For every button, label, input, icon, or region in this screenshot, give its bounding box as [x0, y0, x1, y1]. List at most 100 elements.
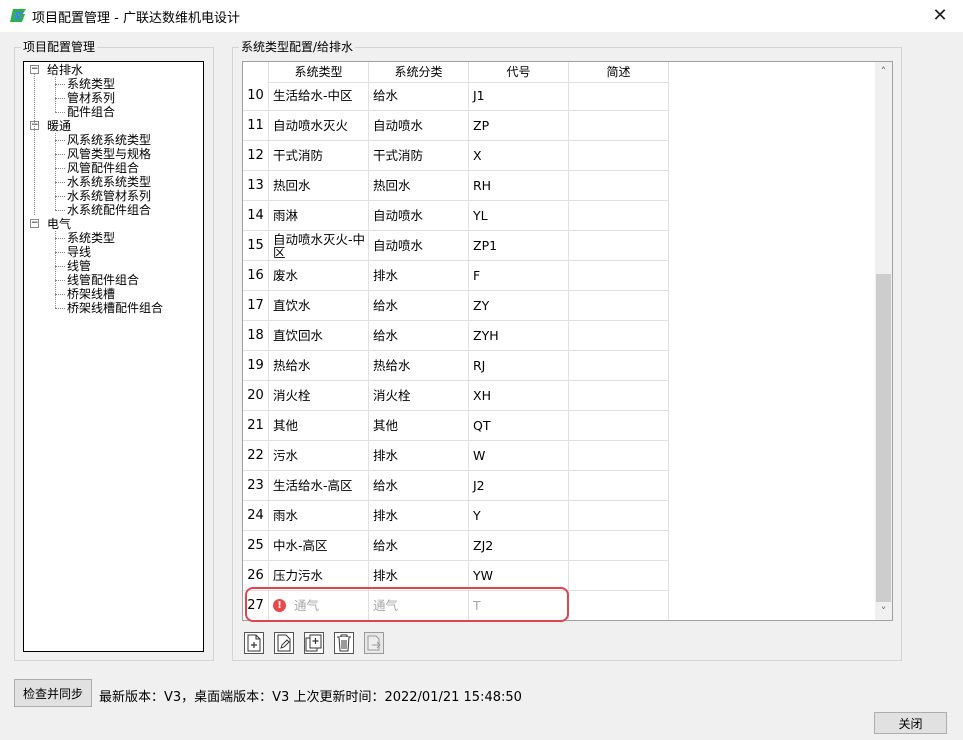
tree-node-item[interactable]: 桥架线槽	[67, 287, 115, 301]
system-category-cell[interactable]: 热回水	[369, 171, 469, 201]
system-category-cell[interactable]: 给水	[369, 321, 469, 351]
system-type-cell[interactable]: 生活给水-高区	[269, 471, 369, 501]
system-type-cell[interactable]: 自动喷水灭火	[269, 111, 369, 141]
tree-collapse-toggle-icon[interactable]: −	[30, 65, 39, 74]
tree-node-item[interactable]: 系统类型	[67, 77, 115, 91]
table-row[interactable]: 14 雨淋 自动喷水 YL	[243, 201, 669, 231]
table-row[interactable]: 12 干式消防 干式消防 X	[243, 141, 669, 171]
edit-row-button[interactable]	[274, 632, 294, 654]
code-cell[interactable]: J1	[469, 81, 569, 111]
system-type-cell[interactable]: 雨淋	[269, 201, 369, 231]
tree-node-item[interactable]: 风系统系统类型	[67, 133, 151, 147]
grid-vertical-scrollbar[interactable]: ˄ ˅	[875, 62, 892, 620]
table-row[interactable]: 10 生活给水-中区 给水 J1	[243, 81, 669, 111]
tree-node-item[interactable]: 风管配件组合	[67, 161, 139, 175]
table-row[interactable]: 19 热给水 热给水 RJ	[243, 351, 669, 381]
tree-node-group[interactable]: 给排水	[47, 63, 83, 77]
close-button[interactable]: 关闭	[874, 712, 947, 734]
tree-node-item[interactable]: 线管	[67, 259, 91, 273]
tree-node-item[interactable]: 线管配件组合	[67, 273, 139, 287]
system-type-cell[interactable]: 生活给水-中区	[269, 81, 369, 111]
code-cell[interactable]: X	[469, 141, 569, 171]
table-row[interactable]: 21 其他 其他 QT	[243, 411, 669, 441]
description-cell[interactable]	[569, 231, 669, 261]
system-category-cell[interactable]: 排水	[369, 261, 469, 291]
system-category-cell[interactable]: 给水	[369, 471, 469, 501]
code-cell[interactable]: QT	[469, 411, 569, 441]
description-cell[interactable]	[569, 471, 669, 501]
description-cell[interactable]	[569, 81, 669, 111]
code-cell[interactable]: Y	[469, 501, 569, 531]
check-and-sync-button[interactable]: 检查并同步	[14, 679, 92, 707]
system-category-cell[interactable]: 自动喷水	[369, 201, 469, 231]
code-cell[interactable]: ZJ2	[469, 531, 569, 561]
system-category-cell[interactable]: 自动喷水	[369, 111, 469, 141]
column-header-code[interactable]: 代号	[469, 62, 569, 83]
duplicate-row-button[interactable]	[304, 632, 324, 654]
window-close-button[interactable]: ✕	[917, 0, 963, 30]
code-cell[interactable]: W	[469, 441, 569, 471]
table-row[interactable]: 26 压力污水 排水 YW	[243, 561, 669, 591]
system-type-cell[interactable]: 直饮回水	[269, 321, 369, 351]
system-type-cell[interactable]: 热回水	[269, 171, 369, 201]
code-cell[interactable]: RH	[469, 171, 569, 201]
tree-node-item[interactable]: 水系统配件组合	[67, 203, 151, 217]
system-type-cell[interactable]: 其他	[269, 411, 369, 441]
description-cell[interactable]	[569, 381, 669, 411]
code-cell[interactable]: J2	[469, 471, 569, 501]
system-category-cell[interactable]: 排水	[369, 561, 469, 591]
table-row[interactable]: 20 消火栓 消火栓 XH	[243, 381, 669, 411]
system-category-cell[interactable]: 给水	[369, 291, 469, 321]
description-cell[interactable]	[569, 441, 669, 471]
system-type-cell[interactable]: 废水	[269, 261, 369, 291]
description-cell[interactable]	[569, 111, 669, 141]
system-category-cell[interactable]: 其他	[369, 411, 469, 441]
tree-node-item[interactable]: 水系统管材系列	[67, 189, 151, 203]
system-type-cell[interactable]: 压力污水	[269, 561, 369, 591]
code-cell[interactable]: XH	[469, 381, 569, 411]
table-row[interactable]: 15 自动喷水灭火-中区 自动喷水 ZP1	[243, 231, 669, 261]
code-cell[interactable]: ZYH	[469, 321, 569, 351]
system-type-grid[interactable]: 系统类型 系统分类 代号 简述 10 生活给水-中区 给水 J1 11 自动喷水灭火 自动喷水 ZP 1…	[242, 61, 893, 621]
code-cell[interactable]: YW	[469, 561, 569, 591]
tree-node-item[interactable]: 配件组合	[67, 105, 115, 119]
code-cell[interactable]: F	[469, 261, 569, 291]
description-cell[interactable]	[569, 261, 669, 291]
system-category-cell[interactable]: 排水	[369, 441, 469, 471]
table-row[interactable]: 23 生活给水-高区 给水 J2	[243, 471, 669, 501]
table-row[interactable]: 16 废水 排水 F	[243, 261, 669, 291]
tree-node-item[interactable]: 系统类型	[67, 231, 115, 245]
code-cell[interactable]: ZY	[469, 291, 569, 321]
system-type-cell[interactable]: 消火栓	[269, 381, 369, 411]
system-type-cell[interactable]: ! 通气	[269, 591, 369, 620]
table-row[interactable]: 27! 通气 通气 T	[243, 591, 669, 620]
tree-node-item[interactable]: 水系统系统类型	[67, 175, 151, 189]
tree-node-item[interactable]: 风管类型与规格	[67, 147, 151, 161]
scroll-down-arrow-icon[interactable]: ˅	[875, 603, 892, 620]
description-cell[interactable]	[569, 291, 669, 321]
system-type-cell[interactable]: 干式消防	[269, 141, 369, 171]
system-category-cell[interactable]: 消火栓	[369, 381, 469, 411]
table-row[interactable]: 17 直饮水 给水 ZY	[243, 291, 669, 321]
code-cell[interactable]: ZP	[469, 111, 569, 141]
system-category-cell[interactable]: 通气	[369, 591, 469, 620]
system-category-cell[interactable]: 给水	[369, 81, 469, 111]
table-row[interactable]: 24 雨水 排水 Y	[243, 501, 669, 531]
system-type-cell[interactable]: 中水-高区	[269, 531, 369, 561]
table-row[interactable]: 18 直饮回水 给水 ZYH	[243, 321, 669, 351]
system-type-cell[interactable]: 雨水	[269, 501, 369, 531]
tree-node-item[interactable]: 桥架线槽配件组合	[67, 301, 163, 315]
table-row[interactable]: 11 自动喷水灭火 自动喷水 ZP	[243, 111, 669, 141]
description-cell[interactable]	[569, 141, 669, 171]
description-cell[interactable]	[569, 321, 669, 351]
config-tree[interactable]: − 给排水 系统类型 管材系列 配件组合 − 暖通 风系统系统类型 风管类型与规格 风管配件组合水…	[23, 61, 204, 652]
system-category-cell[interactable]: 自动喷水	[369, 231, 469, 261]
description-cell[interactable]	[569, 351, 669, 381]
code-cell[interactable]: ZP1	[469, 231, 569, 261]
export-button[interactable]	[364, 632, 384, 654]
table-row[interactable]: 25 中水-高区 给水 ZJ2	[243, 531, 669, 561]
delete-row-button[interactable]	[334, 632, 354, 654]
tree-node-item[interactable]: 管材系列	[67, 91, 115, 105]
add-row-button[interactable]	[244, 632, 264, 654]
system-type-cell[interactable]: 污水	[269, 441, 369, 471]
